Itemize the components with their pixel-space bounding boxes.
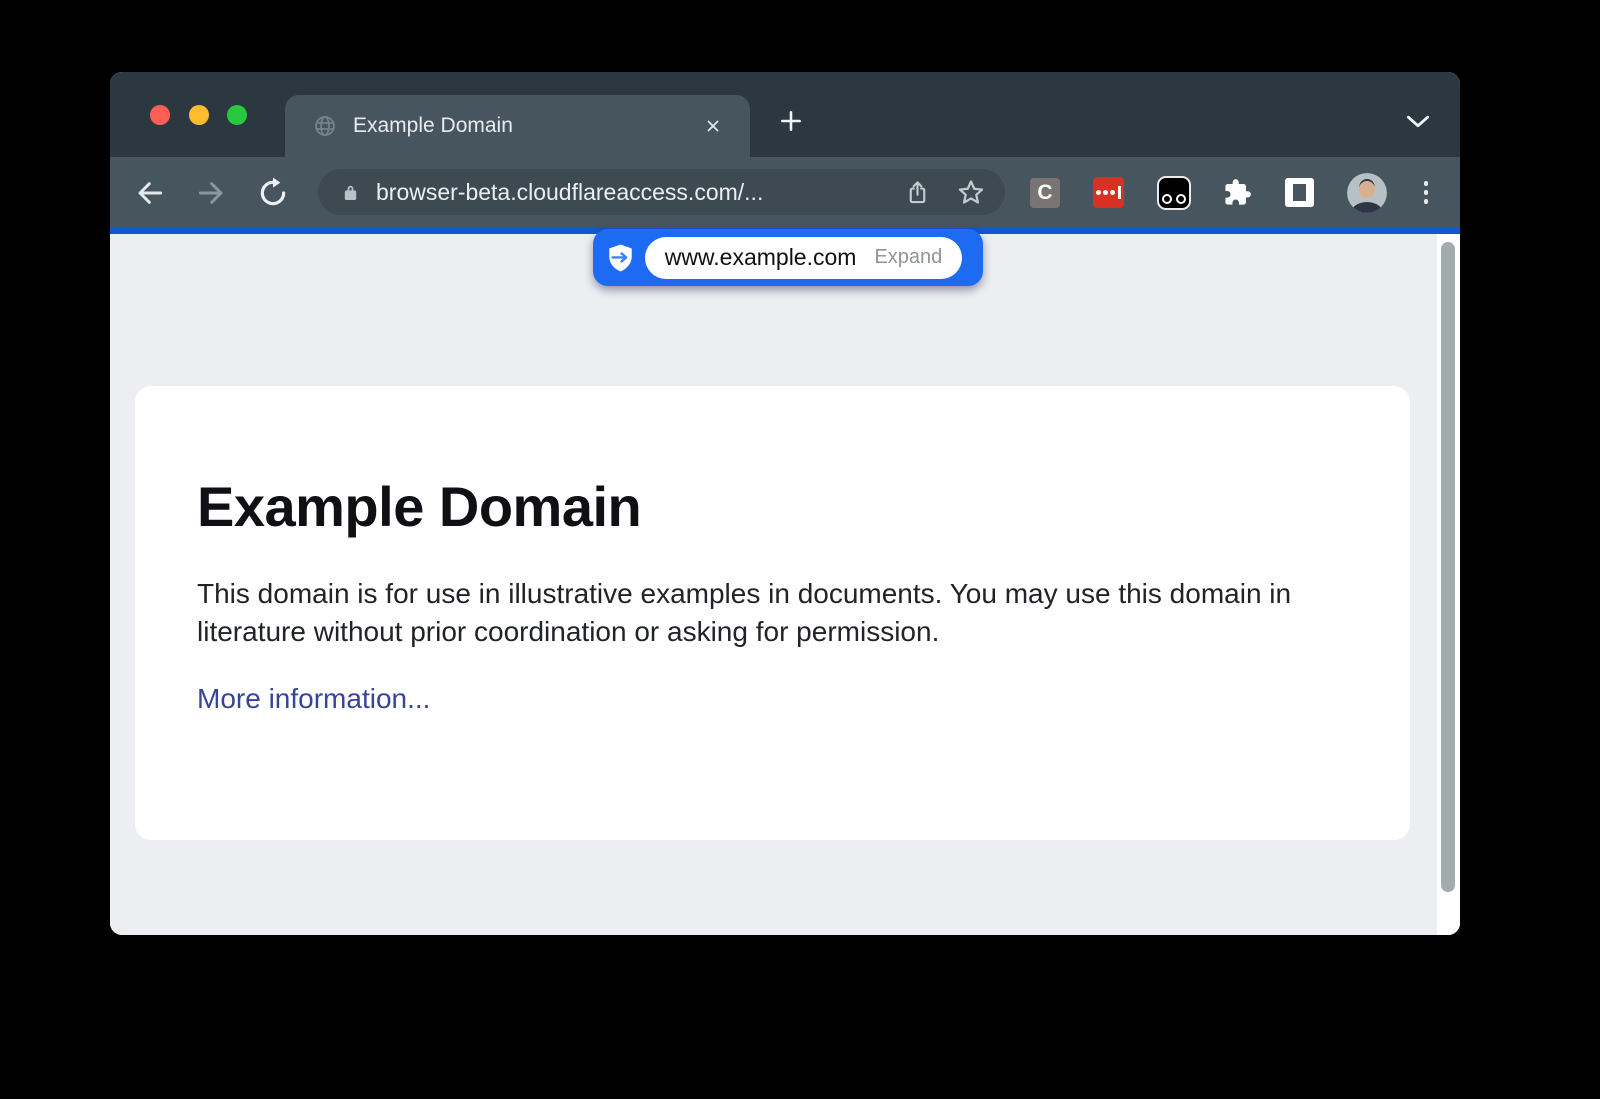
tab-title: Example Domain	[353, 114, 698, 138]
share-icon[interactable]	[904, 179, 931, 206]
url-text[interactable]: browser-beta.cloudflareaccess.com/...	[376, 179, 892, 206]
more-information-link[interactable]: More information...	[197, 683, 430, 715]
scrollbar-track[interactable]	[1437, 234, 1460, 935]
globe-favicon-icon	[313, 114, 337, 138]
profile-avatar[interactable]	[1347, 173, 1387, 213]
isolation-domain-pill[interactable]: www.example.com Expand	[645, 237, 962, 279]
goggles-extension-icon[interactable]	[1157, 176, 1191, 210]
page-title: Example Domain	[197, 474, 1348, 539]
search-tabs-chevron-icon[interactable]	[1404, 112, 1432, 130]
scrollbar-thumb[interactable]	[1441, 242, 1455, 892]
extension-c-icon[interactable]: C	[1030, 178, 1060, 208]
example-domain-card: Example Domain This domain is for use in…	[135, 386, 1410, 840]
minimize-window-button[interactable]	[189, 105, 209, 125]
reload-button[interactable]	[255, 175, 291, 211]
lock-icon[interactable]	[340, 181, 360, 203]
frame-extension-icon[interactable]	[1285, 178, 1314, 207]
address-bar[interactable]: browser-beta.cloudflareaccess.com/...	[318, 169, 1005, 215]
isolation-url-pill[interactable]: www.example.com Expand	[593, 229, 983, 286]
isolation-domain-text: www.example.com	[665, 244, 857, 271]
page-paragraph: This domain is for use in illustrative e…	[197, 575, 1347, 651]
close-window-button[interactable]	[150, 105, 170, 125]
new-tab-button[interactable]	[778, 108, 804, 134]
extension-row: C	[1030, 157, 1432, 228]
lastpass-extension-icon[interactable]	[1093, 177, 1124, 208]
extensions-puzzle-icon[interactable]	[1223, 178, 1252, 207]
back-button[interactable]	[132, 175, 168, 211]
forward-button[interactable]	[193, 175, 229, 211]
omnibox-actions	[904, 178, 985, 206]
fullscreen-window-button[interactable]	[227, 105, 247, 125]
bookmark-star-icon[interactable]	[957, 178, 985, 206]
isolation-shield-icon	[607, 243, 634, 273]
page-viewport: Example Domain This domain is for use in…	[110, 234, 1460, 935]
browser-window: Example Domain	[110, 72, 1460, 935]
toolbar: browser-beta.cloudflareaccess.com/... C	[110, 157, 1460, 228]
tab-example-domain[interactable]: Example Domain	[285, 95, 750, 157]
browser-menu-icon[interactable]	[1420, 177, 1433, 208]
isolation-expand-button[interactable]: Expand	[874, 246, 942, 269]
tab-strip: Example Domain	[110, 72, 1460, 157]
tab-close-icon[interactable]	[698, 111, 728, 141]
